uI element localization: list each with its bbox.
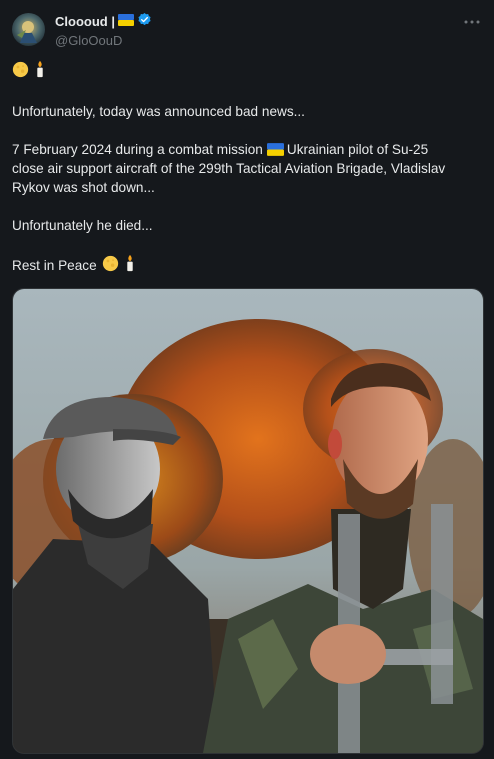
handle[interactable]: @GloOouD [55, 32, 152, 49]
author-info: Cloooud | @GloOouD [55, 12, 152, 49]
rest-in-peace-line: Rest in Peace [12, 254, 482, 277]
paragraph-2-line-3: Rykov was shot down... [12, 180, 155, 195]
candle-icon [124, 254, 136, 277]
paragraph-2-text-b: Ukrainian pilot of Su-25 [286, 142, 429, 157]
tweet: Cloooud | @GloOouD Unfortunately, today … [0, 0, 494, 759]
ukraine-flag-icon [117, 13, 134, 30]
tweet-photo[interactable] [12, 288, 484, 754]
photo-illustration [13, 289, 483, 753]
more-options-button[interactable] [462, 10, 482, 30]
full-moon-icon [12, 61, 29, 83]
display-name[interactable]: Cloooud | [55, 13, 115, 30]
tweet-text: Unfortunately, today was announced bad n… [12, 60, 482, 277]
emoji-line [12, 60, 482, 83]
paragraph-3: Unfortunately he died... [12, 218, 153, 233]
ukraine-flag-icon [266, 143, 284, 156]
paragraph-2-line-1: 7 February 2024 during a combat mission … [12, 140, 482, 159]
paragraph-2-text-a: 7 February 2024 during a combat mission [12, 142, 263, 157]
paragraph-2-line-2: close air support aircraft of the 299th … [12, 161, 446, 176]
candle-icon [34, 60, 46, 83]
full-moon-icon [102, 255, 119, 277]
paragraph-1: Unfortunately, today was announced bad n… [12, 104, 305, 119]
more-options-icon [464, 11, 480, 29]
avatar[interactable] [12, 13, 45, 46]
rest-in-peace-text: Rest in Peace [12, 258, 97, 273]
verified-badge-icon [137, 12, 152, 31]
